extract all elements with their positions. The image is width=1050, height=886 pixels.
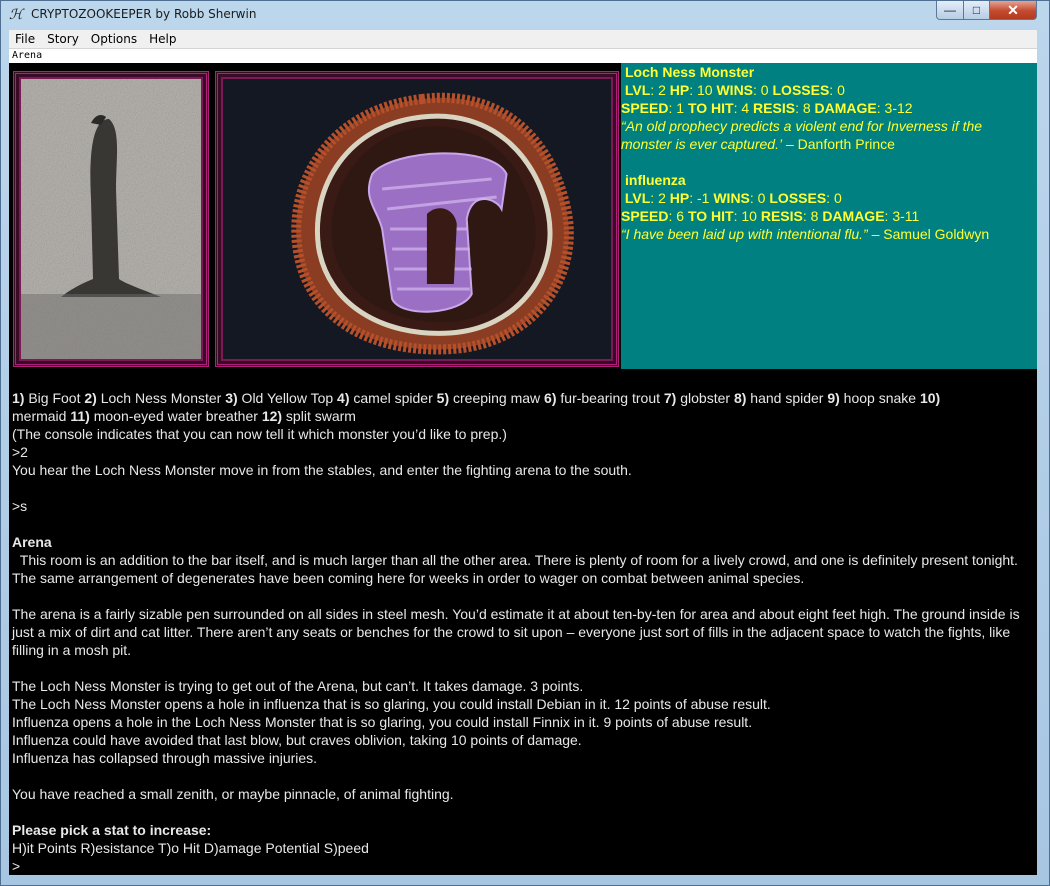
combat-line: Influenza has collapsed through massive …: [12, 750, 318, 766]
influenza-picture-frame: [215, 71, 619, 367]
close-button[interactable]: ✕: [989, 1, 1037, 20]
monster-list: 1) Big Foot 2) Loch Ness Monster 3) Old …: [12, 390, 941, 424]
window-title: CRYPTOZOOKEEPER by Robb Sherwin: [31, 7, 257, 21]
menu-help[interactable]: Help: [143, 32, 182, 46]
room-description-2: The arena is a fairly sizable pen surrou…: [12, 606, 1020, 658]
move-message: You hear the Loch Ness Monster move in f…: [12, 462, 632, 478]
monster-1-quote-line-1: “An old prophecy predicts a violent end …: [621, 118, 983, 134]
zenith-message: You have reached a small zenith, or mayb…: [12, 786, 454, 802]
loch-ness-image: [19, 77, 203, 361]
monster-2-name: influenza: [625, 172, 686, 188]
console-hint: (The console indicates that you can now …: [12, 426, 507, 442]
combat-line: Influenza opens a hole in the Loch Ness …: [12, 714, 753, 730]
monster-1-stats-line-1: LVL: 2 HP: 10 WINS: 0 LOSSES: 0: [624, 82, 845, 98]
menu-file[interactable]: File: [9, 32, 41, 46]
close-icon: ✕: [1007, 1, 1019, 18]
monster-2-quote-line-1: “I have been laid up with intentional fl…: [621, 226, 990, 242]
maximize-button[interactable]: □: [963, 1, 990, 20]
monster-1-name: Loch Ness Monster: [625, 64, 755, 80]
monster-1-stats-line-2: SPEED: 1 TO HIT: 4 RESIS: 8 DAMAGE: 3-12: [621, 100, 913, 116]
transcript: 1) Big Foot 2) Loch Ness Monster 3) Old …: [12, 389, 1034, 875]
maximize-icon: □: [972, 3, 981, 17]
monster-2-stats-line-2: SPEED: 6 TO HIT: 10 RESIS: 8 DAMAGE: 3-1…: [621, 208, 920, 224]
menu-bar: File Story Options Help: [9, 30, 1037, 49]
command-echo-2: >s: [12, 498, 28, 514]
minimize-icon: —: [944, 3, 956, 17]
combat-line: The Loch Ness Monster is trying to get o…: [12, 678, 584, 694]
influenza-image: [221, 77, 613, 361]
pick-stat-heading: Please pick a stat to increase:: [12, 822, 212, 838]
menu-options[interactable]: Options: [85, 32, 143, 46]
title-bar[interactable]: ℋ CRYPTOZOOKEEPER by Robb Sherwin — □ ✕: [1, 1, 1049, 29]
menu-story[interactable]: Story: [41, 32, 85, 46]
status-line: Arena: [9, 49, 1037, 63]
command-prompt[interactable]: >: [12, 857, 1034, 875]
minimize-button[interactable]: —: [936, 1, 964, 20]
monster-2-stats-line-1: LVL: 2 HP: -1 WINS: 0 LOSSES: 0: [624, 190, 842, 206]
room-name: Arena: [12, 534, 52, 550]
combat-line: Influenza could have avoided that last b…: [12, 732, 582, 748]
wiz-icon: ℋ: [9, 7, 23, 23]
game-screen[interactable]: Loch Ness Monster LVL: 2 HP: 10 WINS: 0 …: [9, 63, 1037, 875]
loch-ness-picture-frame: [13, 71, 209, 367]
monster-2-quote-author: – Samuel Goldwyn: [867, 226, 990, 242]
room-description-1: This room is an addition to the bar itse…: [12, 552, 1022, 586]
stat-options: H)it Points R)esistance T)o Hit D)amage …: [12, 840, 369, 856]
combat-line: The Loch Ness Monster opens a hole in in…: [12, 696, 771, 712]
monster-1-quote-line-2: monster is ever captured.’ – Danforth Pr…: [621, 136, 895, 152]
app-window: ℋ CRYPTOZOOKEEPER by Robb Sherwin — □ ✕ …: [0, 0, 1050, 886]
command-echo-1: >2: [12, 444, 28, 460]
monster-1-quote-author: – Danforth Prince: [782, 136, 895, 152]
stats-panel: Loch Ness Monster LVL: 2 HP: 10 WINS: 0 …: [621, 63, 1037, 369]
